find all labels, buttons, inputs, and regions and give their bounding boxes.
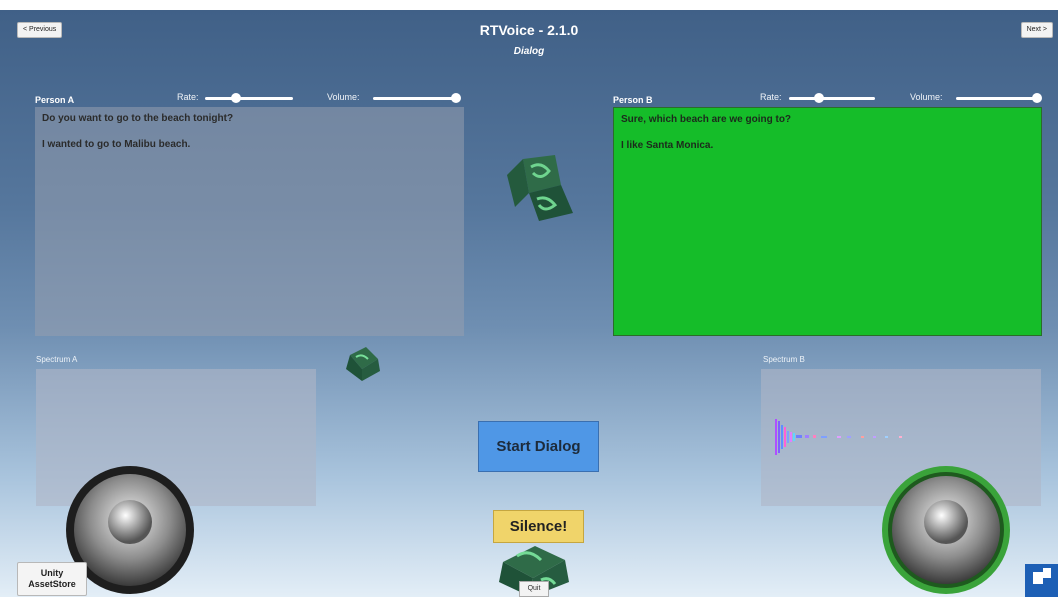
person-a-volume-slider-handle[interactable] <box>451 93 461 103</box>
top-strip <box>0 0 1058 10</box>
spectrum-a-label: Spectrum A <box>36 355 78 364</box>
unity-asset-store-button[interactable]: Unity AssetStore <box>17 562 87 596</box>
crosstales-logo-icon[interactable] <box>1025 560 1058 597</box>
person-b-rate-slider[interactable] <box>789 93 875 103</box>
asset-store-line-2: AssetStore <box>28 579 76 589</box>
person-a-rate-label: Rate: <box>177 92 199 102</box>
speaker-b-icon <box>882 466 1010 594</box>
person-a-line-1: Do you want to go to the beach tonight? <box>42 113 234 124</box>
person-a-text-input[interactable]: Do you want to go to the beach tonight? … <box>35 107 464 336</box>
person-b-label: Person B <box>613 95 653 105</box>
person-b-rate-slider-handle[interactable] <box>814 93 825 103</box>
person-b-line-1: Sure, which beach are we going to? <box>621 114 792 125</box>
asset-store-line-1: Unity <box>40 568 64 578</box>
person-b-text-input[interactable]: Sure, which beach are we going to? I lik… <box>613 107 1042 336</box>
celtic-cube-small <box>346 347 380 381</box>
person-b-rate-label: Rate: <box>760 92 782 102</box>
celtic-cube-large <box>507 155 573 221</box>
person-a-rate-slider[interactable] <box>205 93 293 103</box>
spectrum-b-label: Spectrum B <box>763 355 805 364</box>
person-a-line-2: I wanted to go to Malibu beach. <box>42 139 191 150</box>
person-b-volume-label: Volume: <box>910 92 943 102</box>
person-a-rate-slider-handle[interactable] <box>230 93 241 103</box>
silence-button[interactable]: Silence! <box>493 510 584 543</box>
person-a-volume-label: Volume: <box>327 92 360 102</box>
scene-subtitle: Dialog <box>513 46 545 57</box>
person-b-line-2: I like Santa Monica. <box>621 140 714 151</box>
app-title: RTVoice - 2.1.0 <box>479 22 579 38</box>
start-dialog-button[interactable]: Start Dialog <box>478 421 599 472</box>
person-b-volume-slider-handle[interactable] <box>1032 93 1042 103</box>
person-a-label: Person A <box>35 95 75 105</box>
quit-button[interactable]: Quit <box>519 581 549 597</box>
person-b-volume-slider[interactable] <box>956 93 1042 103</box>
person-a-volume-slider[interactable] <box>373 93 461 103</box>
